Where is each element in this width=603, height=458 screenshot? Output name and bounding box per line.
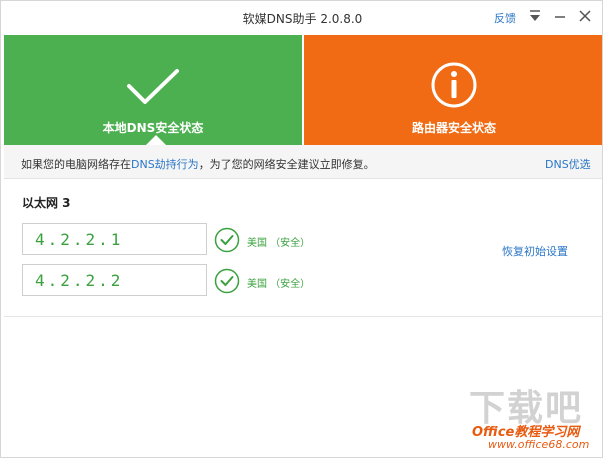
info-icon — [430, 61, 478, 113]
menu-triangle-icon[interactable] — [524, 6, 546, 26]
selected-tab-pointer — [146, 135, 166, 145]
info-text-after: ，为了您的网络安全建议立即修复。 — [198, 158, 375, 171]
check-circle-icon — [214, 227, 240, 253]
check-icon — [125, 68, 181, 112]
network-adapter-name: 以太网 3 — [22, 196, 71, 210]
primary-dns-value: 4.2.2.1 — [35, 230, 124, 249]
secondary-dns-field[interactable]: 4.2.2.2 — [22, 264, 207, 296]
local-dns-status-tab[interactable]: 本地DNS安全状态 — [4, 35, 302, 145]
close-icon[interactable] — [574, 6, 596, 26]
info-bar: 如果您的电脑网络存在DNS劫持行为，为了您的网络安全建议立即修复。 DNS优选 — [4, 145, 602, 179]
check-circle-icon — [214, 268, 240, 294]
info-text-before: 如果您的电脑网络存在 — [21, 158, 131, 171]
primary-dns-status: 美国 （安全） — [247, 238, 311, 249]
feedback-link[interactable]: 反馈 — [494, 10, 516, 26]
router-status-label: 路由器安全状态 — [411, 121, 496, 135]
router-status-tab[interactable]: 路由器安全状态 — [304, 35, 602, 145]
local-dns-status-label: 本地DNS安全状态 — [102, 121, 204, 135]
dns-optimize-link[interactable]: DNS优选 — [545, 156, 591, 172]
info-message: 如果您的电脑网络存在DNS劫持行为，为了您的网络安全建议立即修复。 — [21, 156, 375, 172]
primary-dns-field[interactable]: 4.2.2.1 — [22, 223, 207, 255]
restore-defaults-link[interactable]: 恢复初始设置 — [502, 243, 568, 259]
minimize-icon[interactable] — [549, 6, 571, 26]
section-divider — [4, 316, 602, 317]
dns-hijack-link[interactable]: DNS劫持行为 — [131, 158, 199, 171]
secondary-dns-status: 美国 （安全） — [247, 279, 311, 290]
app-window: 软媒DNS助手 2.0.8.0 反馈 本地DNS安全状态 路由器安全状态 如果您… — [0, 0, 603, 458]
secondary-dns-value: 4.2.2.2 — [35, 271, 124, 290]
watermark-site-url: www.office68.com — [488, 438, 590, 451]
title-bar: 软媒DNS助手 2.0.8.0 反馈 — [1, 1, 602, 35]
